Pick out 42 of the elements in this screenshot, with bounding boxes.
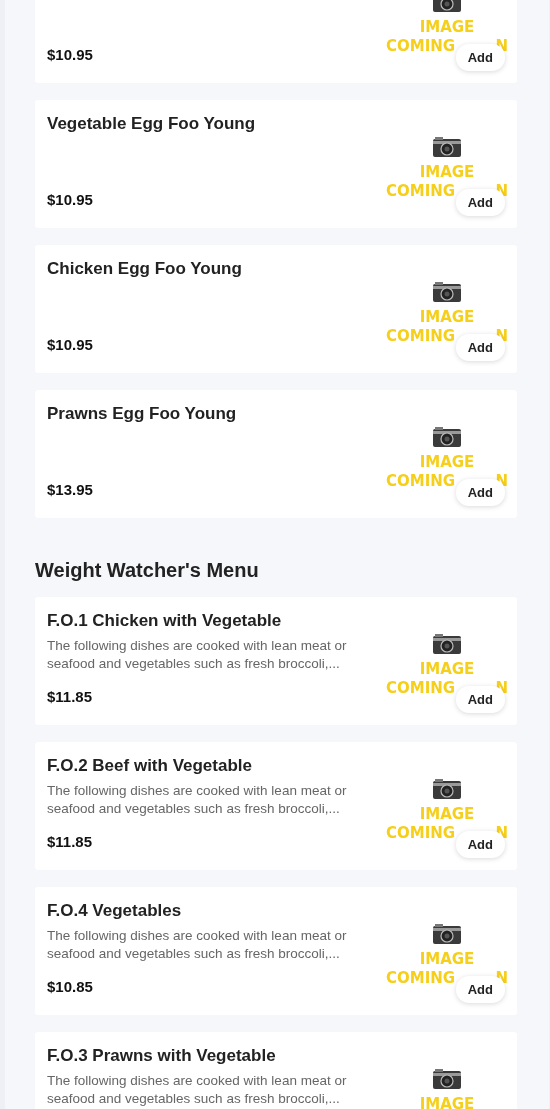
camera-icon xyxy=(432,633,462,655)
dish-name: F.O.4 Vegetables xyxy=(47,901,183,921)
placeholder-text: IMAGE xyxy=(419,805,475,824)
placeholder-text: IMAGE xyxy=(419,18,475,37)
camera-icon xyxy=(432,426,462,448)
dish-description: The following dishes are cooked with lean meat or seafood and vegetables such as fresh broccoli,... xyxy=(47,927,348,963)
dish-name: F.O.1 Chicken with Vegetable xyxy=(47,611,283,631)
placeholder-text: IMAGE xyxy=(419,453,475,472)
camera-icon xyxy=(432,136,462,158)
placeholder-text: COMING xyxy=(386,182,456,201)
placeholder-text: COMING xyxy=(386,679,456,698)
dish-name: F.O.3 Prawns with Vegetable xyxy=(47,1046,277,1066)
dish-name: Prawns Egg Foo Young xyxy=(47,404,238,424)
dish-price: $11.85 xyxy=(47,688,94,705)
camera-icon xyxy=(432,923,462,945)
dish-price: $10.85 xyxy=(47,978,94,995)
placeholder-text: COMING xyxy=(386,824,456,843)
placeholder-text: IMAGE xyxy=(419,950,475,969)
dish-card[interactable]: F.O.3 Prawns with Vegetable The following dishes are cooked with lean meat or seafood and vegetables such as fresh broccoli,... IMAGE xyxy=(35,1032,517,1109)
placeholder-text: IMAGE xyxy=(419,1095,475,1109)
dish-description: The following dishes are cooked with lean meat or seafood and vegetables such as fresh broccoli,... xyxy=(47,1072,348,1108)
placeholder-text: IMAGE xyxy=(419,163,475,182)
camera-icon xyxy=(432,281,462,303)
camera-icon xyxy=(432,778,462,800)
dish-price: $10.95 xyxy=(47,336,94,353)
placeholder-text: COMING xyxy=(386,969,456,988)
placeholder-text: IMAGE xyxy=(419,660,475,679)
section-title: Weight Watcher's Menu xyxy=(35,558,260,583)
dish-price: $10.95 xyxy=(47,46,94,63)
dish-description: The following dishes are cooked with lean meat or seafood and vegetables such as fresh broccoli,... xyxy=(47,782,348,818)
dish-name: Chicken Egg Foo Young xyxy=(47,259,243,279)
placeholder-text: IMAGE xyxy=(419,308,475,327)
placeholder-text: COMING xyxy=(386,37,456,56)
dish-description: The following dishes are cooked with lean meat or seafood and vegetables such as fresh broccoli,... xyxy=(47,637,348,673)
dish-price: $13.95 xyxy=(47,481,94,498)
dish-name: F.O.2 Beef with Vegetable xyxy=(47,756,253,776)
dish-price: $10.95 xyxy=(47,191,94,208)
placeholder-text: COMING xyxy=(386,327,456,346)
camera-icon xyxy=(432,1068,462,1090)
dish-price: $11.85 xyxy=(47,833,94,850)
placeholder-text: COMING xyxy=(386,472,456,491)
dish-name: Vegetable Egg Foo Young xyxy=(47,114,257,134)
